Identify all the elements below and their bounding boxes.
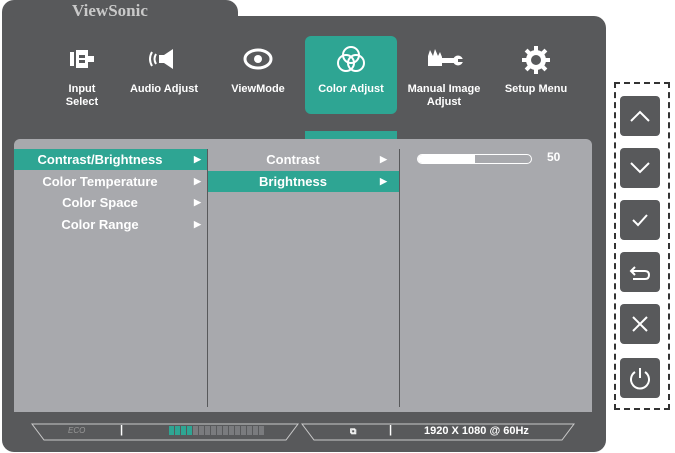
level-segment <box>247 426 252 435</box>
top-nav: Input Select Audio Adjust ViewMode Color … <box>36 36 596 118</box>
menu1-label: Color Space <box>62 195 138 210</box>
chevron-down-icon <box>630 162 650 174</box>
nav-label: Manual Image <box>407 83 481 95</box>
menu2-label: Contrast <box>266 152 320 167</box>
external-link-icon: ⧉ <box>350 426 357 436</box>
menu1-item-contrast-brightness[interactable]: Contrast/Brightness ▶ <box>14 149 208 170</box>
return-key[interactable] <box>620 252 660 292</box>
chevron-right-icon: ▶ <box>380 176 387 186</box>
level-segment <box>181 426 186 435</box>
close-key[interactable] <box>620 304 660 344</box>
slider-value: 50 <box>547 150 561 164</box>
resolution-readout: 1920 X 1080 @ 60Hz <box>424 425 529 437</box>
level-meter <box>169 426 264 435</box>
chevron-right-icon: ▶ <box>194 154 201 164</box>
level-segment <box>169 426 174 435</box>
menu-panel: Contrast/Brightness ▶ Color Temperature … <box>14 139 592 412</box>
status-bar: ECO | ⧉ | 1920 X 1080 @ 60Hz <box>14 412 592 444</box>
level-segment <box>193 426 198 435</box>
down-key[interactable] <box>620 148 660 188</box>
nav-label: Select <box>65 96 99 108</box>
status-separator: | <box>389 424 393 436</box>
eco-indicator: ECO <box>68 426 86 435</box>
chevron-right-icon: ▶ <box>194 219 201 229</box>
audio-adjust-icon <box>118 44 210 74</box>
level-segment <box>175 426 180 435</box>
nav-audio-adjust[interactable]: Audio Adjust <box>118 36 210 114</box>
nav-label: Audio Adjust <box>129 83 199 95</box>
menu1-label: Color Range <box>61 217 139 232</box>
menu2-item-contrast[interactable]: Contrast ▶ <box>208 149 399 170</box>
menu1-item-color-range[interactable]: Color Range ▶ <box>14 214 208 235</box>
level-segment <box>211 426 216 435</box>
nav-label: Input <box>68 83 96 95</box>
chevron-up-icon <box>630 110 650 122</box>
level-segment <box>253 426 258 435</box>
level-segment <box>259 426 264 435</box>
level-segment <box>187 426 192 435</box>
gear-icon <box>490 44 582 74</box>
nav-label: ViewMode <box>231 83 285 95</box>
menu1-label: Contrast/Brightness <box>37 152 163 167</box>
nav-manual-image-adjust[interactable]: Manual Image Adjust <box>398 36 490 114</box>
active-tab-connector <box>305 131 397 139</box>
menu1-item-color-temperature[interactable]: Color Temperature ▶ <box>14 171 208 192</box>
chevron-right-icon: ▶ <box>194 197 201 207</box>
up-key[interactable] <box>620 96 660 136</box>
menu2-item-brightness[interactable]: Brightness ▶ <box>208 171 399 192</box>
level-segment <box>217 426 222 435</box>
level-segment <box>229 426 234 435</box>
eye-icon <box>212 44 304 74</box>
slider-fill <box>418 155 475 163</box>
nav-viewmode[interactable]: ViewMode <box>212 36 304 114</box>
level-segment <box>241 426 246 435</box>
column-divider <box>399 149 400 407</box>
nav-label: Setup Menu <box>504 83 568 95</box>
nav-color-adjust[interactable]: Color Adjust <box>305 36 397 114</box>
manual-image-adjust-icon <box>398 44 490 74</box>
power-key[interactable] <box>620 358 660 398</box>
color-circles-icon <box>305 44 397 74</box>
power-icon <box>630 368 650 390</box>
nav-label: Color Adjust <box>318 83 384 95</box>
return-icon <box>629 266 651 280</box>
level-segment <box>235 426 240 435</box>
level-segment <box>205 426 210 435</box>
nav-setup-menu[interactable]: Setup Menu <box>490 36 582 114</box>
input-select-icon <box>36 44 128 74</box>
confirm-key[interactable] <box>620 200 660 240</box>
menu2-label: Brightness <box>259 174 327 189</box>
status-separator: | <box>120 424 124 436</box>
menu1-item-color-space[interactable]: Color Space ▶ <box>14 192 208 213</box>
brightness-slider[interactable] <box>417 154 532 164</box>
nav-input-select[interactable]: Input Select <box>36 36 128 114</box>
close-icon <box>632 316 648 332</box>
nav-label: Adjust <box>426 96 462 108</box>
menu1-label: Color Temperature <box>42 174 158 189</box>
level-segment <box>223 426 228 435</box>
chevron-right-icon: ▶ <box>380 154 387 164</box>
level-segment <box>199 426 204 435</box>
chevron-right-icon: ▶ <box>194 176 201 186</box>
check-icon <box>632 214 648 227</box>
